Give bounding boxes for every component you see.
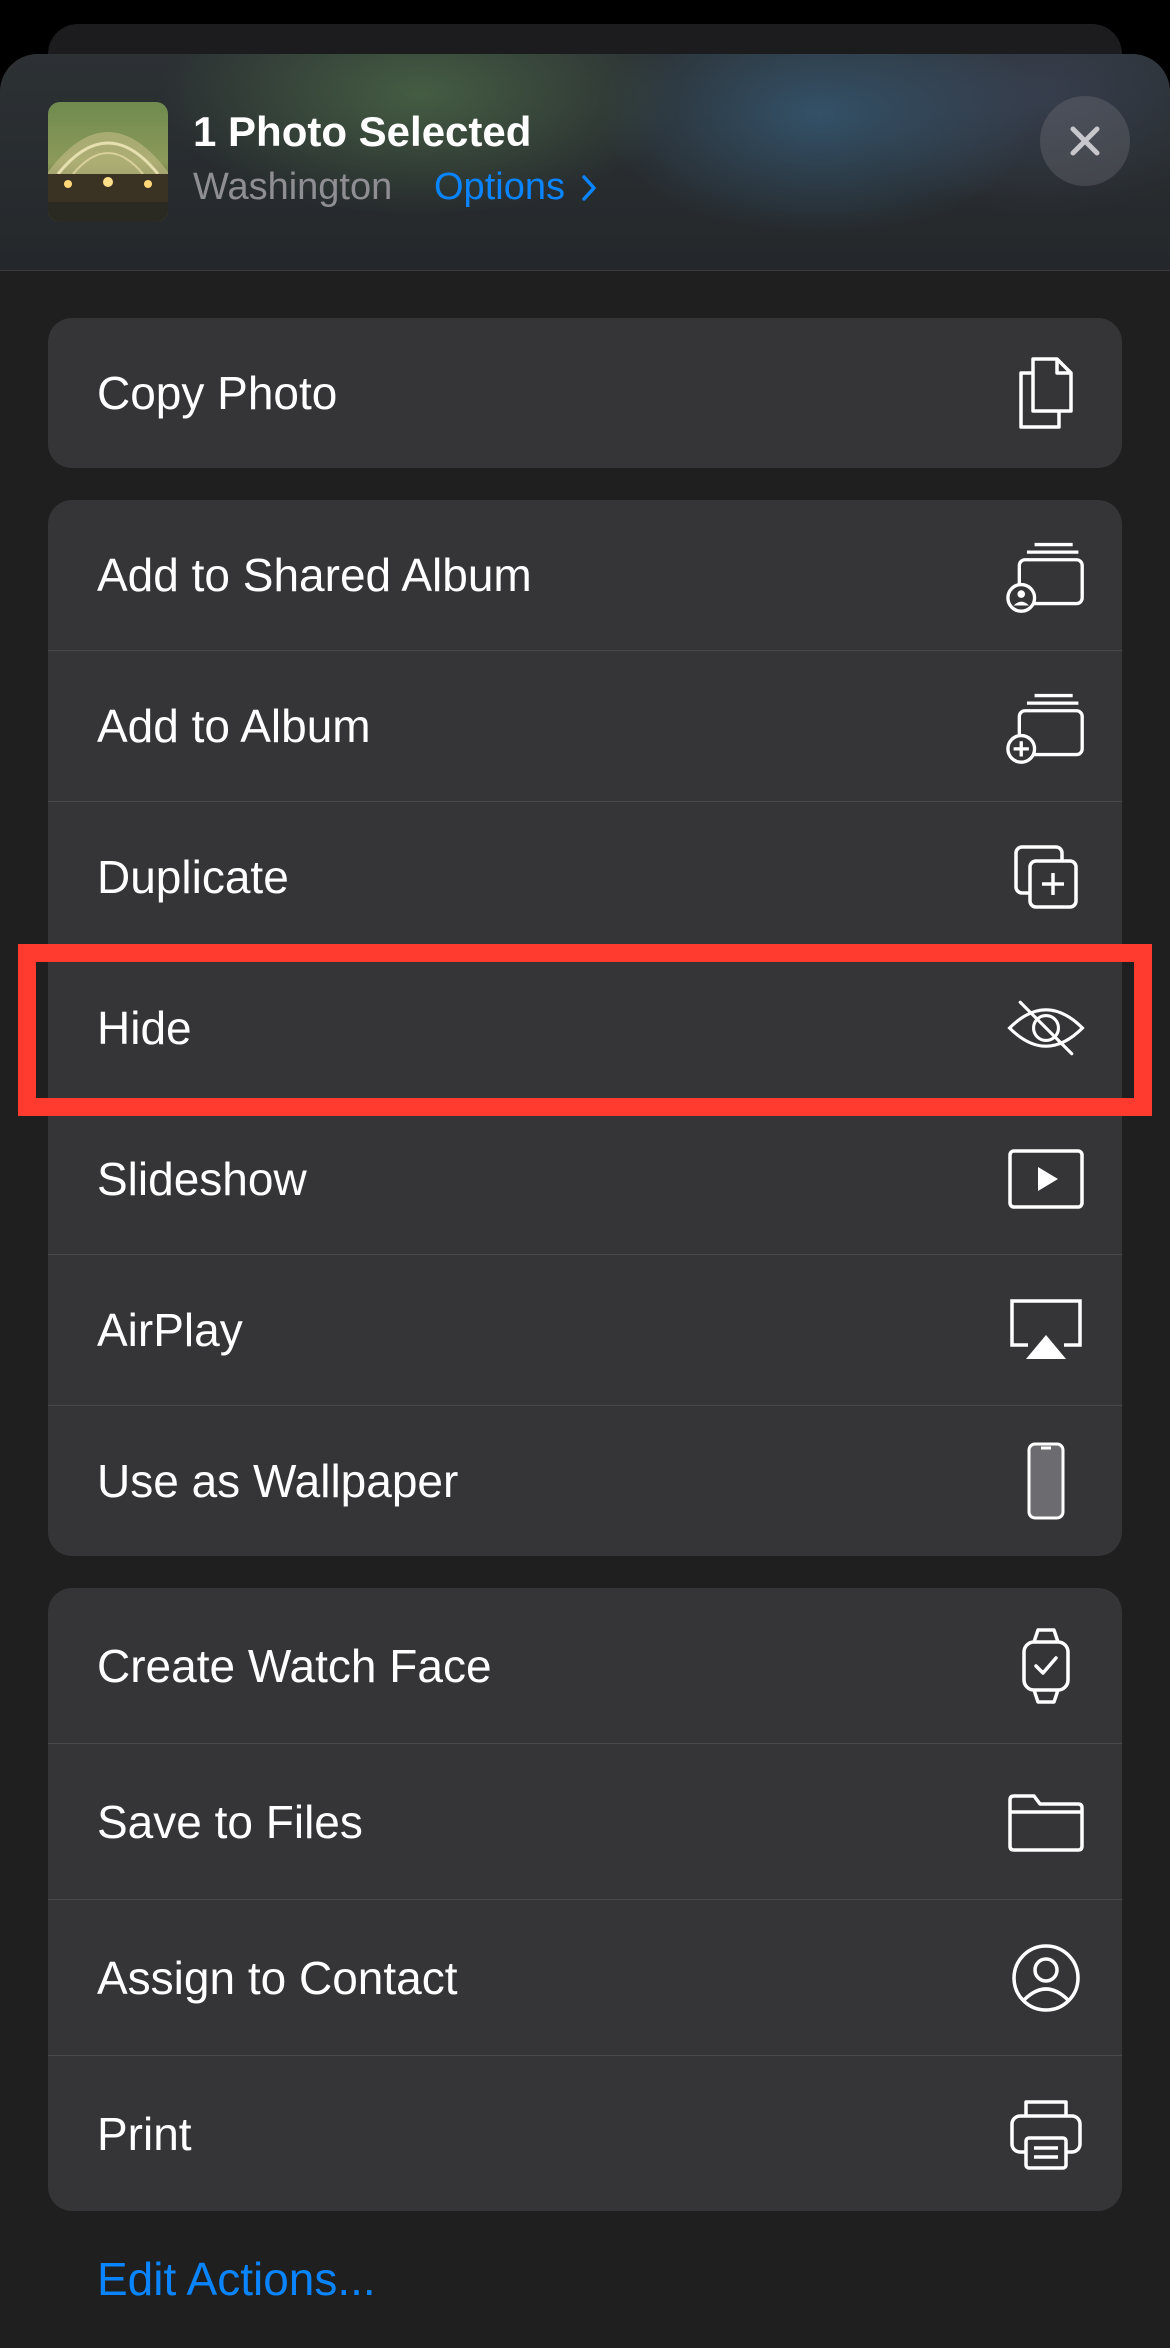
action-label: Use as Wallpaper	[97, 1455, 459, 1507]
action-duplicate[interactable]: Duplicate	[48, 802, 1122, 953]
share-sheet-header: 1 Photo Selected Washington Options	[0, 54, 1170, 271]
eye-slash-icon	[1006, 988, 1086, 1068]
phone-icon	[1006, 1441, 1086, 1521]
action-group-2: Add to Shared Album Add to Album Duplica…	[48, 500, 1122, 1556]
action-label: Save to Files	[97, 1795, 363, 1848]
action-save-to-files[interactable]: Save to Files	[48, 1744, 1122, 1900]
action-label: Print	[97, 2107, 192, 2160]
chevron-right-icon	[582, 174, 596, 201]
shared-album-icon	[1006, 535, 1086, 615]
location-subtitle: Washington	[193, 166, 393, 208]
action-assign-to-contact[interactable]: Assign to Contact	[48, 1900, 1122, 2056]
action-add-to-album[interactable]: Add to Album	[48, 651, 1122, 802]
action-label: Add to Shared Album	[97, 549, 532, 601]
options-link[interactable]: Options	[434, 166, 597, 209]
add-album-icon	[1006, 686, 1086, 766]
action-add-to-shared-album[interactable]: Add to Shared Album	[48, 500, 1122, 651]
action-group-3: Create Watch Face Save to Files Assign t…	[48, 1588, 1122, 2211]
printer-icon	[1006, 2094, 1086, 2174]
action-label: Duplicate	[97, 851, 289, 903]
photo-thumbnail	[48, 102, 168, 222]
close-button[interactable]	[1040, 96, 1130, 186]
play-icon	[1006, 1139, 1086, 1219]
folder-icon	[1006, 1782, 1086, 1862]
action-label: Assign to Contact	[97, 1951, 458, 2004]
action-create-watch-face[interactable]: Create Watch Face	[48, 1588, 1122, 1744]
action-use-as-wallpaper[interactable]: Use as Wallpaper	[48, 1406, 1122, 1556]
action-label: Hide	[97, 1002, 192, 1054]
airplay-icon	[1006, 1290, 1086, 1370]
action-label: Slideshow	[97, 1153, 307, 1205]
action-label: Add to Album	[97, 700, 371, 752]
duplicate-icon	[1006, 837, 1086, 917]
selection-title: 1 Photo Selected	[193, 108, 532, 155]
watch-icon	[1006, 1626, 1086, 1706]
action-airplay[interactable]: AirPlay	[48, 1255, 1122, 1406]
action-label: Create Watch Face	[97, 1639, 492, 1692]
edit-actions-link[interactable]: Edit Actions...	[97, 2252, 376, 2306]
copy-icon	[1006, 353, 1086, 433]
close-icon	[1070, 126, 1100, 156]
action-slideshow[interactable]: Slideshow	[48, 1104, 1122, 1255]
options-label: Options	[434, 166, 565, 208]
person-circle-icon	[1006, 1938, 1086, 2018]
action-copy-photo[interactable]: Copy Photo	[48, 318, 1122, 468]
action-print[interactable]: Print	[48, 2056, 1122, 2211]
action-label: Copy Photo	[97, 367, 338, 419]
action-label: AirPlay	[97, 1304, 243, 1356]
action-group-1: Copy Photo	[48, 318, 1122, 468]
action-hide[interactable]: Hide	[48, 953, 1122, 1104]
